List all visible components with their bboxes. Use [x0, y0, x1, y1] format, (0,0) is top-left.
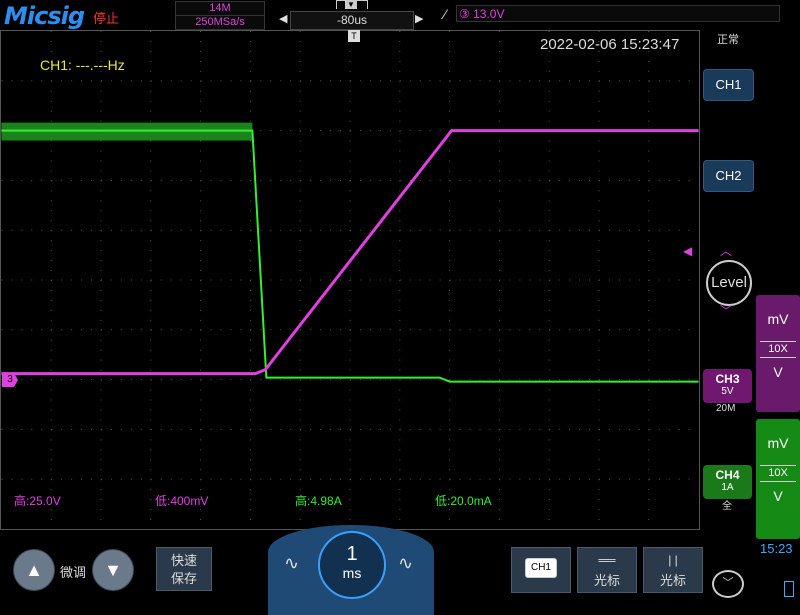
ch4-bandwidth: 全 [722, 501, 732, 512]
waveform-display[interactable] [0, 30, 700, 530]
trigger-shift-left-icon[interactable]: ◀ [279, 12, 287, 25]
cursor-source-button[interactable]: CH1 [511, 547, 571, 593]
measurement-ch3-high[interactable]: 高:25.0V [14, 492, 61, 509]
timestamp: 2022-02-06 15:23:47 [540, 36, 680, 53]
frequency-counter: CH1: ---.---Hz [40, 57, 125, 73]
trigger-position-marker[interactable]: ▼ [345, 0, 357, 9]
ch3-volts-down[interactable]: V [756, 364, 800, 380]
trigger-position-value[interactable]: -80us [290, 11, 414, 30]
level-knob[interactable]: Level [706, 260, 752, 306]
vertical-cursor-button[interactable]: | | 光标 [643, 547, 703, 593]
ch4-scale: 1A [721, 482, 734, 493]
measurement-ch3-low[interactable]: 低:400mV [155, 492, 208, 509]
measurement-ch4-high[interactable]: 高:4.98A [295, 492, 342, 509]
timebase-unit: ms [342, 565, 362, 581]
sine-wave-icon[interactable]: ∿ [284, 553, 299, 574]
ch3-volts-up[interactable]: mV [756, 295, 800, 333]
rising-edge-icon[interactable]: ⁄ [444, 6, 446, 22]
horizontal-cursor-button[interactable]: ══ 光标 [577, 547, 637, 593]
acquire-status: 正常 [717, 34, 739, 46]
vertical-cursor-icon: | | [668, 553, 678, 567]
ch2-button[interactable]: CH2 [703, 160, 754, 192]
ch4-probe-ratio[interactable]: 10X [760, 465, 796, 482]
quick-save-label-line1: 快速 [170, 553, 197, 568]
trigger-level[interactable]: ③ 13.0V [456, 5, 780, 22]
ch3-probe-ratio[interactable]: 10X [760, 341, 796, 358]
measurement-ch4-low[interactable]: 低:20.0mA [435, 492, 492, 509]
level-up-icon[interactable]: ︿ [720, 242, 732, 259]
level-down-icon[interactable]: ﹀ [720, 302, 732, 319]
ch4-button[interactable]: CH4 1A [703, 465, 752, 499]
ch3-button[interactable]: CH3 5V [703, 369, 752, 403]
fine-up-button[interactable]: ▲ [13, 549, 55, 591]
trigger-time-marker[interactable]: T [348, 30, 360, 42]
ch3-waveform [1, 129, 699, 376]
ch3-label: CH3 [715, 372, 740, 386]
ch1-button[interactable]: CH1 [703, 69, 754, 101]
cursor-source-label: CH1 [525, 558, 557, 578]
brand-logo: Micsig [4, 2, 85, 30]
sample-rate: 250MSa/s [175, 15, 265, 30]
ch4-volts-knob[interactable]: mV 10X V [756, 419, 800, 539]
ch4-noise-band [1, 122, 253, 141]
fine-down-button[interactable]: ▼ [92, 549, 134, 591]
system-clock: 15:23 [760, 541, 793, 556]
triangle-up-icon: ▲ [25, 560, 43, 580]
quick-save-button[interactable]: 快速 保存 [156, 547, 212, 591]
trigger-shift-right-icon[interactable]: ▶ [415, 12, 423, 25]
horizontal-cursor-label: 光标 [593, 573, 620, 588]
ch3-scale: 5V [721, 386, 734, 397]
ch3-volts-knob[interactable]: mV 10X V [756, 295, 800, 412]
horizontal-cursor-icon: ══ [598, 553, 616, 567]
ch4-volts-down[interactable]: V [756, 488, 800, 504]
ch3-bandwidth: 20M [716, 403, 736, 414]
timebase-value: 1 [346, 543, 358, 565]
run-state-indicator[interactable]: 停止 [93, 8, 119, 27]
ch4-label: CH4 [715, 468, 740, 482]
memory-depth[interactable]: 14M [175, 1, 265, 16]
ch4-waveform [1, 129, 699, 383]
chevron-down-icon[interactable]: ﹀ [712, 570, 744, 598]
quick-save-label-line2: 保存 [170, 571, 197, 586]
sine-wave-icon[interactable]: ∿ [398, 553, 413, 574]
ch4-volts-up[interactable]: mV [756, 419, 800, 457]
triangle-down-icon: ▼ [104, 560, 122, 580]
battery-icon [784, 581, 794, 597]
fine-adjust-label: 微调 [60, 565, 87, 580]
trigger-level-pointer-icon: ◀ [683, 244, 693, 258]
timebase-value-display[interactable]: 1 ms [318, 531, 386, 599]
vertical-cursor-label: 光标 [659, 573, 686, 588]
